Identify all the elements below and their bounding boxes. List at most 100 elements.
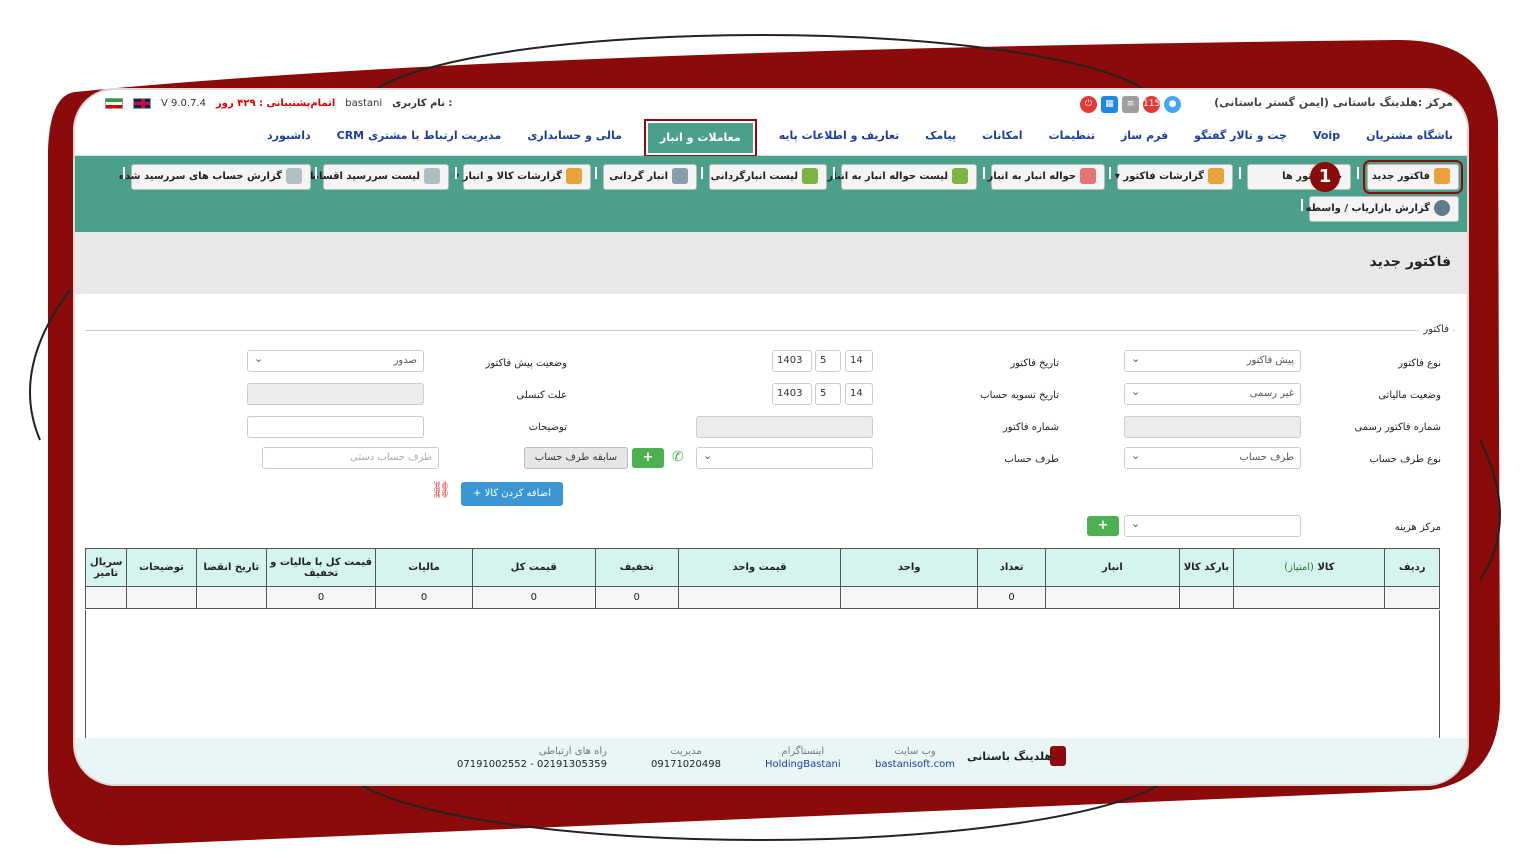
cost-center-label: مرکز هزینه [1394,522,1441,533]
col-total: قیمت کل [471,548,596,587]
fieldset-legend: فاکتور [1419,324,1453,335]
menu-voip[interactable]: Voip [1313,120,1340,153]
settle-day-select[interactable]: 14 [845,383,873,405]
official-no-input[interactable] [1124,416,1301,438]
col-count: تعداد [976,548,1047,587]
add-cost-center-button[interactable]: + [1087,516,1119,536]
total-price: 0 [471,586,596,609]
footer-management: مدیریت 09171020498 [651,746,721,770]
add-party-button[interactable]: + [632,448,664,468]
party-type-select[interactable]: طرف حساب [1124,446,1301,469]
cost-center-select[interactable] [1124,514,1301,537]
inventory-button[interactable]: انبار گردانی [603,164,697,190]
pre-status-select[interactable]: صدور [247,349,424,372]
uk-flag-icon[interactable] [133,98,151,109]
invoice-type-select[interactable]: پیش فاکتور [1124,349,1301,372]
brand-name: هلدینگ باستانی [967,750,1053,763]
total-count: 0 [976,586,1047,609]
official-no-label: شماره فاکتور رسمی [1354,422,1441,433]
page-header: فاکتور جدید [75,232,1467,294]
menu-dashboard[interactable]: داشبورد [267,120,311,153]
notes-label: توضیحات [528,422,567,433]
notes-input[interactable] [247,416,424,438]
total-grand: 0 [265,586,377,609]
goods-table: ردیف کالا (امتیاز) بارکد کالا انبار تعدا… [84,548,1440,609]
version-text: V 9.0.7.4 [161,98,207,109]
main-menu: داشبورد مدیریت ارتباط با مشتری CRM مالی … [75,119,1467,157]
footer-website: وب سایت bastanisoft.com [875,746,955,770]
tax-status-select[interactable]: غیر رسمی [1124,382,1301,405]
invoice-type-label: نوع فاکتور [1398,358,1441,369]
invoice-no-input[interactable] [696,416,873,438]
settle-date-label: تاریخ تسویه حساب [980,390,1059,401]
phone-icon[interactable]: ✆ [672,449,692,467]
top-info-bar: V 9.0.7.4 اتمام‌پشتیبانی : ۴۲۹ روز basta… [75,90,1467,120]
iran-flag-icon[interactable] [105,98,123,109]
inventory-list-button[interactable]: لیست انبارگردانی [709,164,827,190]
top-icons: ⏻ ▦ ≡ 115 ● [1080,96,1181,113]
power-icon[interactable]: ⏻ [1080,96,1097,113]
party-label: طرف حساب [1004,454,1059,465]
col-unit-price: قیمت واحد [677,548,842,587]
new-invoice-button[interactable]: فاکتور جدید [1363,160,1463,194]
menu-features[interactable]: امکانات [982,120,1022,153]
col-barcode: بارکد کالا [1178,548,1235,587]
unlink-icon[interactable]: ⛓ [431,480,451,499]
pre-status-label: وضعیت پیش فاکتور [485,358,568,369]
manual-party-input[interactable]: طرف حساب دستی [262,447,439,469]
invoice-day-select[interactable]: 14 [845,350,873,372]
goods-reports-button[interactable]: گزارشات کالا و انبار ▾ [454,164,591,190]
username-label: نام کاربری : [392,98,453,109]
menu-form-builder[interactable]: فرم ساز [1121,120,1168,153]
invoice-month-select[interactable]: 5 [815,350,841,372]
menu-crm[interactable]: مدیریت ارتباط با مشتری CRM [337,120,502,153]
instagram-link[interactable]: HoldingBastani [765,759,841,770]
settle-month-select[interactable]: 5 [815,383,841,405]
cancel-reason-label: علت کنسلی [516,390,567,401]
menu-chat[interactable]: چت و تالار گفتگو [1194,120,1287,153]
footer-contact: راه های ارتباطی 07191002552 - 0219130535… [457,746,607,770]
settle-year-select[interactable]: 1403 [772,383,812,405]
document-icon [424,168,440,184]
total-tax: 0 [375,586,473,609]
brand-logo-icon [1050,746,1066,766]
notification-badge[interactable]: 115 [1143,96,1160,113]
menu-definitions[interactable]: تعاریف و اطلاعات پایه [779,120,900,153]
party-history-button[interactable]: سابقه طرف حساب [524,447,628,469]
col-warehouse: انبار [1045,548,1180,587]
warehouse-transfer-button[interactable]: حواله انبار به انبار [987,164,1105,190]
website-link[interactable]: bastanisoft.com [875,759,955,770]
menu-finance[interactable]: مالی و حسابداری [527,120,622,153]
total-discount: 0 [594,586,679,609]
calendar-icon[interactable]: ▦ [1101,96,1118,113]
chat-icon[interactable]: ● [1164,96,1181,113]
sub-toolbar: فاکتور جدید ت فاکتور ها گزارشات فاکتور ▾… [75,156,1467,232]
invoice-reports-button[interactable]: گزارشات فاکتور ▾ [1115,164,1233,190]
inventory-icon [672,168,688,184]
transfer-icon [1080,168,1096,184]
invoice-year-select[interactable]: 1403 [772,350,812,372]
list-icon[interactable]: ≡ [1122,96,1139,113]
tax-status-label: وضعیت مالیاتی [1378,390,1441,401]
party-select[interactable] [696,446,873,469]
footer: هلدینگ باستانی وب سایت bastanisoft.com ا… [75,738,1467,784]
menu-trades-warehouse[interactable]: معاملات و انبار [643,119,757,157]
menu-sms[interactable]: پیامک [925,120,956,153]
col-notes: توضیحات [126,548,197,587]
col-unit: واحد [840,548,978,587]
add-goods-button[interactable]: + اضافه کردن کالا [461,482,563,506]
report-icon [1208,168,1224,184]
due-installments-button[interactable]: لیست سررسید اقساط [309,164,449,190]
document-icon [286,168,302,184]
table-body-area [85,610,1440,738]
col-discount: تخفیف [594,548,679,587]
due-accounts-button[interactable]: گزارش حساب های سررسید شده [119,164,311,190]
cancel-reason-input[interactable] [247,383,424,405]
transfer-list-button[interactable]: لیست حواله انبار به انبار [827,164,977,190]
marketer-report-button[interactable]: گزارش بازاریاب / واسطه [1306,196,1459,222]
org-name: مرکز :هلدینگ باستانی (ایمن گستر باستانی) [1214,96,1453,109]
menu-customer-club[interactable]: باشگاه مشتریان [1366,120,1453,153]
menu-settings[interactable]: تنظیمات [1049,120,1095,153]
col-grand-total: قیمت کل با مالیات و تخفیف [265,548,377,587]
inventory-list-icon [802,168,818,184]
